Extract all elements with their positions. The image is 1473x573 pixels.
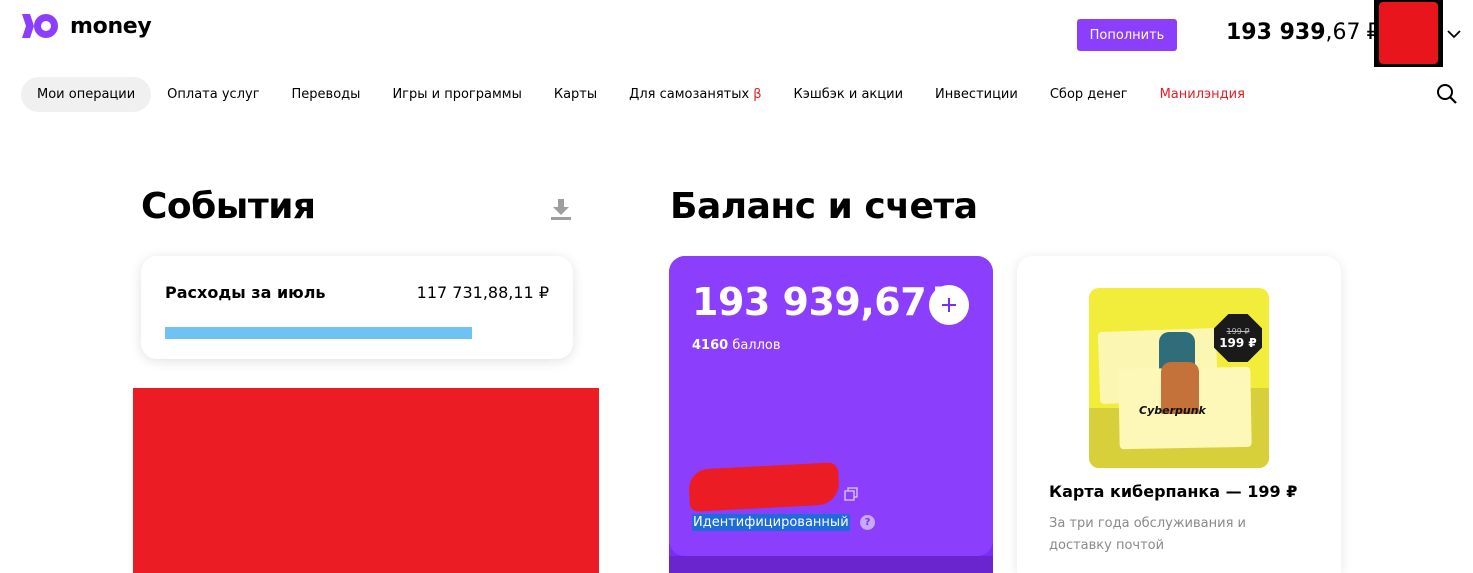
logo-text: money [70, 13, 152, 39]
header-balance-integer: 193 939 [1226, 20, 1326, 45]
nav-item-fundraising[interactable]: Сбор денег [1034, 77, 1144, 112]
logo[interactable]: money [20, 12, 152, 40]
promo-card[interactable]: Cyberpunk 199 ₽ 199 ₽ Карта киберпанка —… [1017, 256, 1341, 573]
avatar[interactable] [1374, 0, 1443, 67]
copy-icon[interactable] [844, 486, 858, 505]
nav-item-cashback[interactable]: Кэшбэк и акции [777, 77, 919, 112]
nav-item-label: Кэшбэк и акции [793, 87, 904, 102]
nav-item-label: Манилэндия [1159, 87, 1245, 102]
wallet-balance-amount: 193 939,67 [692, 280, 927, 324]
cyberpunk-card-image: Cyberpunk 199 ₽ 199 ₽ [1089, 288, 1269, 468]
main-nav: Мои операции Оплата услуг Переводы Игры … [21, 77, 1261, 112]
promo-title: Карта киберпанка — 199 ₽ [1049, 482, 1298, 501]
nav-item-transfers[interactable]: Переводы [276, 77, 377, 112]
expense-value: 117 731,88,11 ₽ [416, 283, 549, 302]
points-value: 4160 [692, 338, 729, 353]
nav-item-label: Переводы [291, 87, 361, 102]
nav-item-label: Оплата услуг [167, 87, 260, 102]
nav-item-label: Карты [553, 87, 598, 102]
wallet-balance: 193 939,67 ₽ [692, 280, 946, 324]
yoomoney-logo-icon [20, 12, 60, 40]
header-balance-fraction: ,67 [1325, 20, 1361, 45]
expense-progress-bar [165, 327, 472, 339]
nav-item-label: Инвестиции [935, 87, 1018, 102]
nav-item-label: Сбор денег [1049, 87, 1128, 102]
nav-item-manilandia[interactable]: Манилэндия [1144, 77, 1261, 112]
nav-item-pay-services[interactable]: Оплата услуг [151, 77, 275, 112]
help-icon[interactable]: ? [860, 515, 875, 530]
search-icon[interactable] [1436, 83, 1458, 109]
avatar-redacted [1379, 2, 1438, 64]
beta-badge: β [753, 87, 762, 102]
new-price: 199 ₽ [1219, 335, 1257, 350]
expense-label: Расходы за июль [165, 283, 326, 302]
old-price: 199 ₽ [1226, 326, 1250, 336]
nav-item-label: Мои операции [37, 87, 136, 102]
expense-card[interactable]: Расходы за июль 117 731,88,11 ₽ [141, 256, 573, 359]
price-badge: 199 ₽ 199 ₽ [1214, 314, 1262, 362]
nav-item-investments[interactable]: Инвестиции [919, 77, 1034, 112]
balance-title: Баланс и счета [670, 186, 978, 227]
nav-item-label: Для самозанятых [629, 87, 750, 102]
identification-status[interactable]: Идентифицированный [692, 514, 850, 531]
header-balance[interactable]: 193 939 ,67 ₽ [1226, 20, 1381, 45]
wallet-card[interactable]: 193 939,67 ₽ 4160 баллов Идентифицирован… [669, 256, 993, 573]
nav-item-games[interactable]: Игры и программы [376, 77, 537, 112]
events-title: События [141, 186, 316, 227]
points-label: баллов [732, 338, 781, 353]
redacted-area [133, 388, 599, 573]
wallet-card-strip [669, 556, 993, 573]
points: 4160 баллов [692, 338, 781, 353]
download-icon[interactable] [550, 197, 572, 225]
nav-item-self-employed[interactable]: Для самозанятых β [613, 77, 777, 112]
plus-icon [942, 298, 956, 312]
promo-description: За три года обслуживания и доставку почт… [1049, 516, 1246, 553]
add-funds-button[interactable] [929, 285, 969, 325]
cyberpunk-logo-text: Cyberpunk [1139, 404, 1206, 417]
nav-item-cards[interactable]: Карты [538, 77, 613, 112]
chevron-down-icon[interactable] [1446, 26, 1462, 46]
redacted-account-number [688, 462, 840, 512]
nav-item-my-operations[interactable]: Мои операции [21, 77, 152, 112]
nav-item-label: Игры и программы [392, 87, 522, 102]
topup-button[interactable]: Пополнить [1077, 19, 1177, 51]
